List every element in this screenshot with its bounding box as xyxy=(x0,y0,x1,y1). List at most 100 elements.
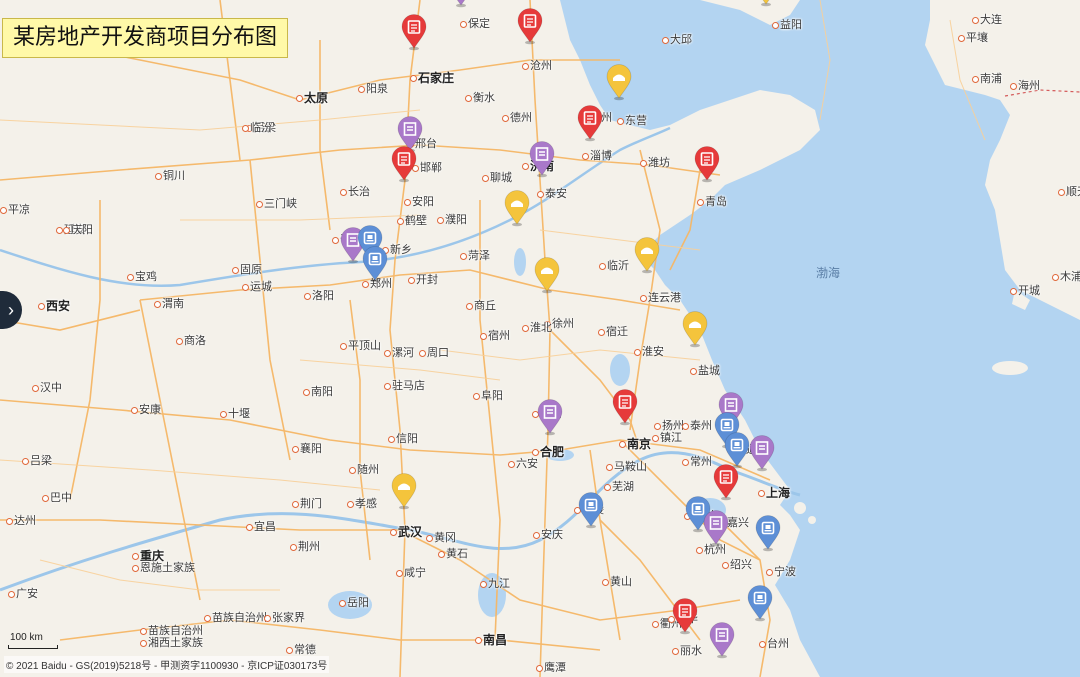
city-dot xyxy=(264,615,271,622)
city-dot xyxy=(204,615,211,622)
place-label: 平凉 xyxy=(8,204,30,216)
place-label: 广安 xyxy=(16,588,38,600)
map-pin-icon xyxy=(537,399,563,436)
place-label: 泰州 xyxy=(690,420,712,432)
marker-hangzhou[interactable] xyxy=(702,509,730,547)
place-label: 湘西土家族 xyxy=(148,637,203,649)
place-label: 邯郸 xyxy=(420,162,442,174)
city-dot xyxy=(766,569,773,576)
marker-wuhan[interactable] xyxy=(390,472,418,510)
city-dot xyxy=(437,217,444,224)
marker-lishui[interactable] xyxy=(708,621,736,659)
place-label: 商丘 xyxy=(474,300,496,312)
place-label: 渭南 xyxy=(162,298,184,310)
place-label: 襄阳 xyxy=(300,443,322,455)
place-label: 大邱 xyxy=(670,34,692,46)
marker-baoding[interactable] xyxy=(447,0,475,8)
place-label: 保定 xyxy=(468,18,490,30)
place-label: 东营 xyxy=(625,115,647,127)
marker-yancheng[interactable] xyxy=(681,310,709,348)
place-label: 德州 xyxy=(510,112,532,124)
place-label: 衡水 xyxy=(473,92,495,104)
place-label: 青岛 xyxy=(705,196,727,208)
place-label: 苗族自治州 xyxy=(212,612,267,624)
marker-lianyungang[interactable] xyxy=(633,236,661,274)
marker-ningbo[interactable] xyxy=(754,514,782,552)
city-dot xyxy=(697,199,704,206)
map-pin-icon xyxy=(747,585,773,622)
place-label: 太原 xyxy=(304,91,329,105)
place-label: 临沂 xyxy=(607,260,629,272)
marker-nanjing[interactable] xyxy=(611,388,639,426)
place-label: 三门峡 xyxy=(264,198,297,210)
marker-shijiazhuang[interactable] xyxy=(400,13,428,51)
city-dot xyxy=(404,199,411,206)
marker-jining[interactable] xyxy=(503,189,531,227)
place-label: 海州 xyxy=(1018,80,1040,92)
place-label: 恩施土家族 xyxy=(140,562,195,574)
place-label: 扬州 xyxy=(662,420,684,432)
city-dot xyxy=(290,544,297,551)
city-dot xyxy=(132,553,139,560)
place-label: 安阳 xyxy=(412,196,434,208)
map-pin-icon xyxy=(401,14,427,51)
place-label: 固原 xyxy=(240,264,262,276)
city-dot xyxy=(303,389,310,396)
scale-label: 100 km xyxy=(10,632,43,643)
place-label: 聊城 xyxy=(490,172,512,184)
city-dot xyxy=(1010,83,1017,90)
city-dot xyxy=(617,118,624,125)
marker-dalian[interactable] xyxy=(752,0,780,7)
city-dot xyxy=(140,628,147,635)
place-label: 石家庄 xyxy=(418,71,455,85)
city-dot xyxy=(662,37,669,44)
city-dot xyxy=(220,411,227,418)
map-canvas[interactable]: 保定沧州石家庄太原衡水阳泉吕梁德州滨州东营潍坊淄博邢台邯郸济南聊城泰安青岛长治安… xyxy=(0,0,1080,677)
place-label: 连云港 xyxy=(648,292,681,304)
city-dot xyxy=(640,295,647,302)
city-dot xyxy=(339,600,346,607)
place-label: 商洛 xyxy=(184,335,206,347)
marker-taian[interactable] xyxy=(528,140,556,178)
marker-dongying[interactable] xyxy=(605,63,633,101)
city-dot xyxy=(246,524,253,531)
city-dot xyxy=(606,464,613,471)
place-label: 镇江 xyxy=(660,432,682,444)
city-dot xyxy=(340,189,347,196)
city-dot xyxy=(460,21,467,28)
place-label: 随州 xyxy=(357,464,379,476)
city-dot xyxy=(63,227,70,234)
marker-cangzhou[interactable] xyxy=(516,7,544,45)
map-pin-icon xyxy=(606,64,632,101)
marker-hefei[interactable] xyxy=(536,398,564,436)
place-label: 鹤壁 xyxy=(405,215,427,227)
city-dot xyxy=(154,301,161,308)
marker-jiaxing[interactable] xyxy=(712,463,740,501)
map-pin-icon xyxy=(529,141,555,178)
place-label: 漯河 xyxy=(392,347,414,359)
place-label: 嘉兴 xyxy=(727,517,749,529)
place-label: 新乡 xyxy=(390,244,412,256)
marker-taizhou[interactable] xyxy=(746,584,774,622)
place-label: 黄山 xyxy=(610,576,632,588)
place-label: 吕梁 xyxy=(30,455,52,467)
city-dot xyxy=(1052,274,1059,281)
place-label: 张家界 xyxy=(272,612,305,624)
marker-anyang[interactable] xyxy=(390,145,418,183)
marker-zhengzhou-b[interactable] xyxy=(361,245,389,283)
marker-xuzhou[interactable] xyxy=(533,256,561,294)
city-dot xyxy=(480,581,487,588)
map-pin-icon xyxy=(534,257,560,294)
marker-qingdao[interactable] xyxy=(693,145,721,183)
place-label: 临汾 xyxy=(250,122,272,134)
place-label: 巴中 xyxy=(50,492,72,504)
place-label: 徐州 xyxy=(552,318,574,330)
place-label: 安庆 xyxy=(541,529,563,541)
marker-shanghai[interactable] xyxy=(748,434,776,472)
place-label: 上海 xyxy=(766,486,791,500)
place-label: 孝感 xyxy=(355,498,377,510)
marker-tongling[interactable] xyxy=(577,491,605,529)
place-label: 木浦 xyxy=(1060,271,1080,283)
marker-zibo[interactable] xyxy=(576,104,604,142)
marker-jinhua[interactable] xyxy=(671,597,699,635)
